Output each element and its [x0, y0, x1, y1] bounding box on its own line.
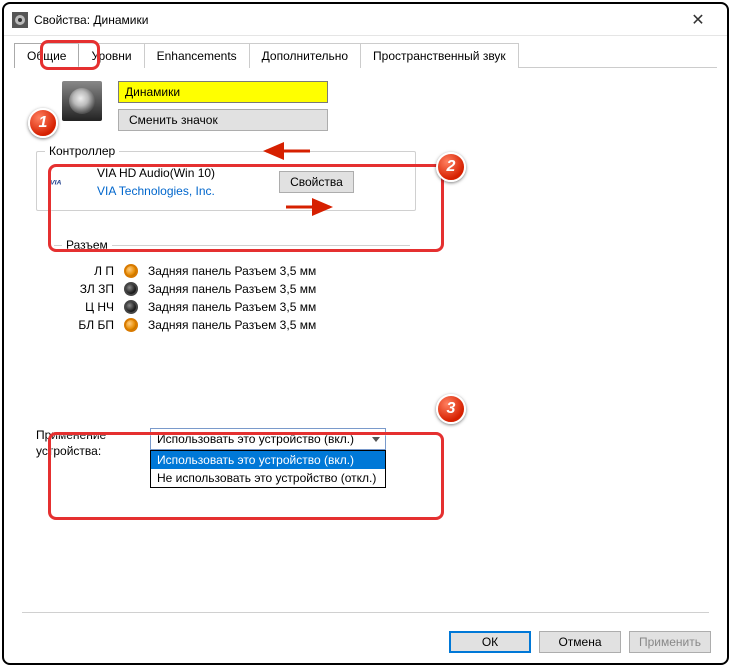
- jack-color-icon: [124, 264, 138, 278]
- jack-desc: Задняя панель Разъем 3,5 мм: [148, 318, 316, 332]
- jack-row: Л П Задняя панель Разъем 3,5 мм: [66, 264, 398, 278]
- controller-group-title: Контроллер: [45, 144, 119, 158]
- jack-row: Ц НЧ Задняя панель Разъем 3,5 мм: [66, 300, 398, 314]
- via-logo-icon: VIA: [49, 173, 83, 191]
- usage-combobox[interactable]: Использовать это устройство (вкл.): [150, 428, 386, 450]
- controller-vendor-link[interactable]: VIA Technologies, Inc.: [97, 184, 215, 198]
- usage-label: Применение устройства:: [36, 428, 130, 488]
- tab-spatial[interactable]: Пространственный звук: [361, 43, 519, 68]
- jack-color-icon: [124, 318, 138, 332]
- controller-properties-button[interactable]: Свойства: [279, 171, 354, 193]
- usage-selected: Использовать это устройство (вкл.): [157, 432, 354, 446]
- change-icon-button[interactable]: Сменить значок: [118, 109, 328, 131]
- jack-desc: Задняя панель Разъем 3,5 мм: [148, 264, 316, 278]
- jack-row: ЗЛ ЗП Задняя панель Разъем 3,5 мм: [66, 282, 398, 296]
- tab-levels[interactable]: Уровни: [79, 43, 144, 68]
- separator: [22, 612, 709, 613]
- device-icon: [62, 81, 102, 121]
- cancel-button[interactable]: Отмена: [539, 631, 621, 653]
- svg-text:VIA: VIA: [50, 179, 61, 186]
- controller-name: VIA HD Audio(Win 10): [97, 166, 215, 180]
- jack-desc: Задняя панель Разъем 3,5 мм: [148, 282, 316, 296]
- usage-dropdown-list: Использовать это устройство (вкл.) Не ис…: [150, 450, 386, 488]
- tab-general[interactable]: Общие: [14, 43, 79, 68]
- usage-option-off[interactable]: Не использовать это устройство (откл.): [151, 469, 385, 487]
- device-name-input[interactable]: [118, 81, 328, 103]
- jack-label: Л П: [66, 264, 114, 278]
- jack-color-icon: [124, 300, 138, 314]
- jack-color-icon: [124, 282, 138, 296]
- jack-label: ЗЛ ЗП: [66, 282, 114, 296]
- close-icon[interactable]: ✕: [677, 10, 719, 30]
- jack-row: БЛ БП Задняя панель Разъем 3,5 мм: [66, 318, 398, 332]
- jack-group-title: Разъем: [62, 238, 112, 252]
- tab-bar: Общие Уровни Enhancements Дополнительно …: [4, 36, 727, 67]
- tab-enhancements[interactable]: Enhancements: [145, 43, 250, 68]
- speaker-titlebar-icon: [12, 12, 28, 28]
- apply-button[interactable]: Применить: [629, 631, 711, 653]
- tab-advanced[interactable]: Дополнительно: [250, 43, 361, 68]
- window-title: Свойства: Динамики: [34, 13, 677, 27]
- jack-label: Ц НЧ: [66, 300, 114, 314]
- titlebar: Свойства: Динамики ✕: [4, 4, 727, 36]
- jack-desc: Задняя панель Разъем 3,5 мм: [148, 300, 316, 314]
- jack-label: БЛ БП: [66, 318, 114, 332]
- ok-button[interactable]: ОК: [449, 631, 531, 653]
- usage-option-on[interactable]: Использовать это устройство (вкл.): [151, 451, 385, 469]
